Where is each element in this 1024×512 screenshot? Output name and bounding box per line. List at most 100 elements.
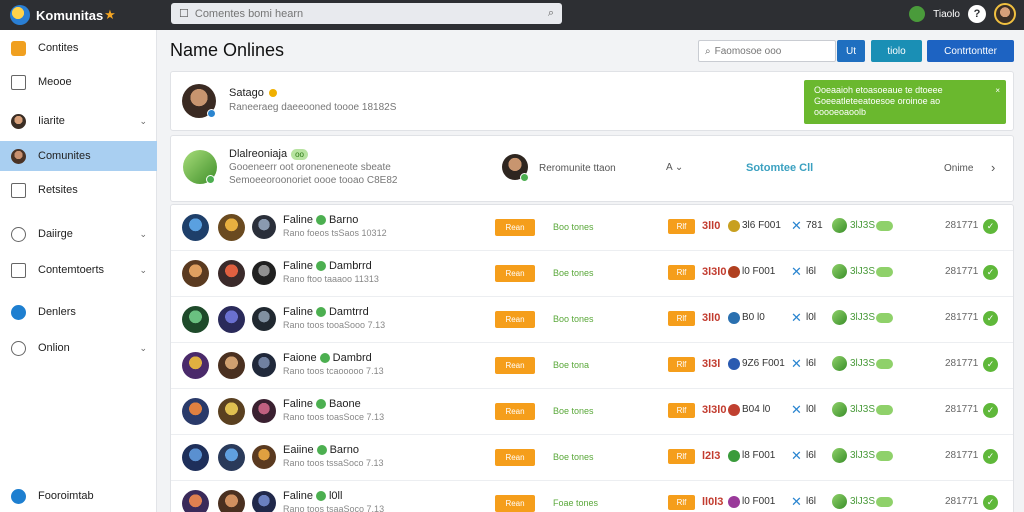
group-link[interactable]: Sotomtee Cll [746,162,813,174]
stat-tertiary: l6l [806,266,817,277]
filter-input[interactable] [714,45,825,57]
level-pill [876,405,893,415]
stat-tertiary: l6l [806,358,817,369]
level-pill [876,359,893,369]
filter-field[interactable]: ⌕ [698,40,836,62]
chevron-down-icon[interactable]: ⌄ [139,265,147,276]
row-name: Faione Dambrd [283,352,372,364]
check-icon[interactable]: ✓ [983,449,998,464]
group-name: Dlalreoniaja oo [229,148,308,160]
primary-action-button[interactable]: Contrtontter [927,40,1014,62]
check-icon[interactable]: ✓ [983,403,998,418]
status-dot-icon [206,175,215,184]
square-icon [11,74,26,90]
check-icon[interactable]: ✓ [983,495,998,510]
sidebar-item-meooe[interactable]: Meooe [0,67,157,97]
avatar [218,398,245,425]
sidebar-item-daiirge[interactable]: Daiirge ⌄ [0,219,157,249]
row-name-second: Barno [329,444,359,456]
chevron-down-icon[interactable]: ⌄ [139,116,147,127]
role-chip[interactable]: Rean [495,403,535,420]
orb-icon [728,312,740,324]
role-chip[interactable]: Rean [495,495,535,512]
row-count: 281771 [945,496,979,507]
sort-label: A [666,162,673,173]
x-icon: ✕ [791,310,802,325]
search-icon: ⌕ [705,45,711,57]
row-name: Faline Baone [283,398,361,410]
table-row[interactable]: Faline Baone Rano toos toasSoce 7.13 Rean… [171,389,1013,435]
chevron-down-icon: ⌄ [674,162,684,173]
row-name-second: Dambrd [332,352,372,364]
chevron-down-icon[interactable]: ⌄ [139,229,147,240]
sidebar-footer[interactable]: Fooroimtab [0,481,157,511]
avatar[interactable] [994,3,1016,25]
secondary-button[interactable]: tiolo [871,40,922,62]
close-icon[interactable]: × [995,85,1000,96]
avatar [218,352,245,379]
x-icon: ✕ [791,402,802,417]
table-row[interactable]: Faline Barno Rano foeos tsSaos 10312 Rean… [171,205,1013,251]
brand[interactable]: Komunitas ★ [0,5,170,25]
search-input[interactable] [194,7,548,20]
stat-tertiary: l0l [806,312,817,323]
row-name-second: Dambrrd [328,260,372,272]
search-icon[interactable]: ⌕ [548,7,554,20]
role-chip[interactable]: Rean [495,311,535,328]
sidebar-item-onlion[interactable]: Onlion ⌄ [0,333,157,363]
online-icon [316,445,327,456]
check-icon[interactable]: ✓ [983,311,998,326]
stat-tertiary: l0l [806,404,817,415]
row-sub: Rano ftoo taaaoo 11313 [283,274,379,284]
chevron-down-icon[interactable]: ⌄ [139,343,147,354]
role-chip[interactable]: Rean [495,357,535,374]
x-icon: ✕ [791,356,802,371]
stat-secondary: B0 l0 [742,312,765,323]
row-sub: Rano toos tssaSoco 7.13 [283,458,384,468]
check-icon[interactable]: ✓ [983,219,998,234]
row-status: Boe tones [553,452,594,462]
leaf-icon [832,264,847,279]
table-row[interactable]: Eaiine Barno Rano toos tssaSoco 7.13 Rean… [171,435,1013,481]
stat-secondary: l0 F001 [742,266,776,277]
check-icon[interactable]: ✓ [983,357,998,372]
row-count: 281771 [945,358,979,369]
stat-green: 3lJ3S [850,220,876,231]
help-icon[interactable]: ? [968,5,986,23]
row-status: Boo tones [553,314,594,324]
row-status: Boe tones [553,406,594,416]
sidebar-item-comunites[interactable]: Comunites [0,141,157,171]
row-status: Boe tones [553,268,594,278]
sidebar-footer-label: Fooroimtab [38,490,94,502]
row-name-first: Faline [283,398,313,410]
sidebar-item-label: Retsites [38,184,78,196]
check-icon[interactable]: ✓ [983,265,998,280]
chevron-right-icon[interactable]: › [991,160,995,175]
sort-toggle[interactable]: A ⌄ [666,162,683,173]
role-chip[interactable]: Rean [495,219,535,236]
profile-panel: Satago Raneeraeg daeeooned toooe 18182S … [170,71,1014,131]
sidebar-item-denlers[interactable]: Denlers [0,297,157,327]
search-bar[interactable]: ☐ ⌕ [171,3,562,24]
sidebar-item-contites[interactable]: Contites [0,33,157,63]
user-label[interactable]: Tiaolo [933,9,960,20]
sidebar-item-iiarite[interactable]: Iiarite ⌄ [0,106,157,136]
profile-name-text: Satago [229,87,264,99]
table-row[interactable]: Faline Dambrrd Rano ftoo taaaoo 11313 Rea… [171,251,1013,297]
row-name: Faline Dambrrd [283,260,372,272]
row-sub: Rano toos tsaaSoco 7.13 [283,504,385,512]
stat-primary: 3l3l [702,358,721,370]
user-status-icon[interactable] [909,6,926,22]
role-chip[interactable]: Rean [495,265,535,282]
role-chip[interactable]: Rean [495,449,535,466]
sidebar-item-retsites[interactable]: Retsites [0,175,157,205]
rank-chip: Rlf [668,357,695,372]
status-dot-icon [520,173,529,182]
table-row[interactable]: Faline Damtrrd Rano toos tooaSooo 7.13 Re… [171,297,1013,343]
leaf-small-icon [728,450,740,462]
sidebar-item-contemtoerts[interactable]: Contemtoerts ⌄ [0,255,157,285]
sort-button[interactable]: Ut [837,40,865,62]
table-row[interactable]: Faline l0ll Rano toos tsaaSoco 7.13 Rean … [171,481,1013,512]
table-row[interactable]: Faione Dambrd Rano toos tcaooooo 7.13 Rea… [171,343,1013,389]
sidebar-item-label: Meooe [38,76,72,88]
